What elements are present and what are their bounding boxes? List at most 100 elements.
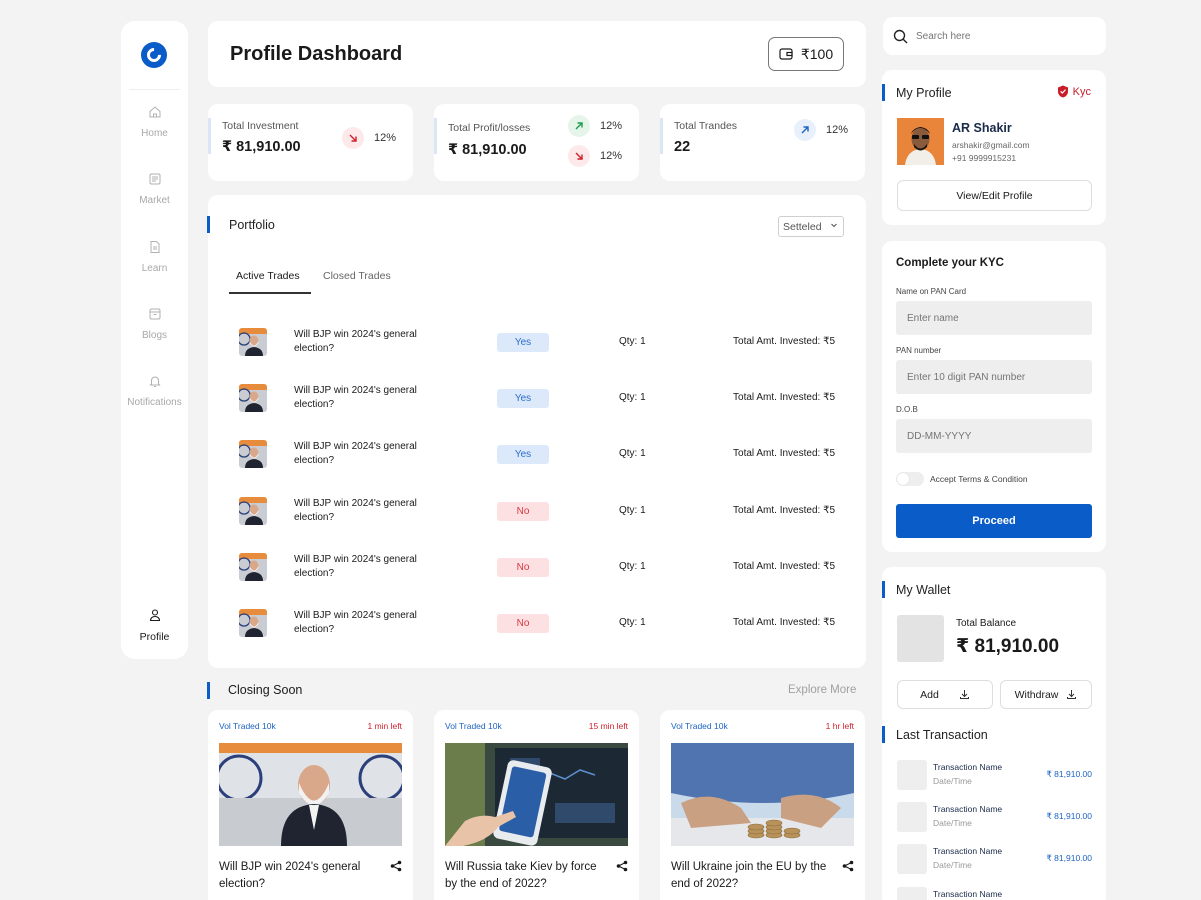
home-icon (149, 106, 160, 118)
stat-change: 12% (826, 124, 849, 136)
transaction-icon-placeholder (897, 844, 927, 875)
shield-check-icon (1057, 85, 1068, 98)
status-filter-value: Setteled (783, 220, 822, 233)
newspaper-icon (149, 173, 160, 185)
portfolio-title: Portfolio (229, 218, 275, 232)
sidebar-divider (129, 89, 180, 90)
transaction-date: Date/Time (933, 776, 972, 786)
terms-toggle[interactable] (896, 472, 924, 486)
wallet-balance-button[interactable]: ₹100 (768, 37, 844, 71)
transaction-row[interactable]: Transaction Name Date/Time ₹ 81,910.00 (897, 844, 1092, 875)
sidebar-item-market[interactable]: Market (121, 172, 188, 206)
sidebar-item-learn[interactable]: Learn (121, 240, 188, 274)
trade-thumbnail (239, 328, 267, 356)
arrow-down-right-icon (568, 145, 590, 167)
dob-input[interactable] (896, 419, 1092, 453)
arrow-down-right-icon (342, 127, 364, 149)
proceed-button[interactable]: Proceed (896, 504, 1092, 538)
trade-question: Will BJP win 2024's general election? (294, 329, 417, 354)
sidebar-item-label: Home (141, 128, 168, 139)
trade-row[interactable]: Will BJP win 2024's general election? No Q… (208, 496, 866, 527)
market-question: Will BJP win 2024's general election? (219, 861, 361, 890)
transaction-name: Transaction Name (933, 846, 1003, 857)
trade-row[interactable]: Will BJP win 2024's general election? No Q… (208, 552, 866, 583)
portfolio-panel: Portfolio Setteled Active Trades Closed … (207, 195, 866, 668)
explore-more-link[interactable]: Explore More (788, 684, 856, 696)
pan-number-input[interactable] (896, 360, 1092, 394)
trade-question: Will BJP win 2024's general election? (294, 385, 417, 411)
terms-label: Accept Terms & Condition (930, 474, 1028, 484)
withdraw-button[interactable]: Withdraw (1000, 680, 1092, 709)
my-wallet-card: My Wallet Total Balance ₹ 81,910.00 Add … (882, 567, 1106, 900)
share-icon[interactable] (390, 860, 402, 872)
search-bar[interactable] (883, 17, 1106, 55)
transaction-row[interactable]: Transaction Name Date/Time ₹ 81,910.00 (897, 802, 1092, 833)
wallet-icon (779, 48, 793, 60)
market-card[interactable]: Vol Traded 10k 1 min left Will BJP win 2… (208, 710, 413, 900)
transaction-icon-placeholder (897, 886, 927, 900)
status-filter-select[interactable]: Setteled (778, 216, 844, 237)
trade-answer-pill[interactable]: No (497, 501, 549, 521)
sidebar-item-label: Notifications (127, 397, 182, 408)
share-icon[interactable] (616, 860, 628, 872)
trade-answer-pill[interactable]: Yes (497, 333, 549, 352)
page-title: Profile Dashboard (230, 43, 403, 65)
arrow-up-right-icon (568, 115, 590, 137)
trade-thumbnail (239, 384, 267, 413)
pan-number-label: PAN number (896, 346, 942, 355)
sidebar-item-profile[interactable]: Profile (121, 608, 188, 643)
share-icon[interactable] (842, 860, 854, 872)
volume-traded: Vol Traded 10k (219, 721, 276, 731)
bell-icon (148, 376, 161, 387)
stat-label: Total Investment (222, 120, 299, 132)
total-balance-label: Total Balance (956, 618, 1017, 629)
trade-row[interactable]: Will BJP win 2024's general election? No Q… (208, 609, 866, 639)
dob-label: D.O.B (896, 405, 918, 414)
trade-answer-pill[interactable]: Yes (497, 445, 549, 465)
stat-card-investment: Total Investment ₹ 81,910.00 12% (208, 104, 413, 181)
transaction-date: Date/Time (933, 860, 972, 871)
trade-answer-pill[interactable]: No (497, 557, 549, 577)
trade-row[interactable]: Will BJP win 2024's general election? Yes… (208, 384, 866, 414)
view-edit-profile-button[interactable]: View/Edit Profile (897, 180, 1092, 211)
sidebar: Home Market Learn Blogs Notifications Pr… (121, 21, 188, 659)
profile-name: AR Shakir (952, 121, 1012, 135)
trade-question: Will BJP win 2024's general election? (294, 553, 417, 579)
tab-active-trades[interactable]: Active Trades (236, 270, 300, 282)
trade-answer-pill[interactable]: No (497, 614, 549, 633)
time-left: 1 hr left (825, 721, 854, 731)
wallet-image-placeholder (897, 615, 944, 662)
trade-amount: Total Amt. Invested: ₹5 (733, 448, 835, 460)
trade-thumbnail (239, 609, 267, 637)
sidebar-item-blogs[interactable]: Blogs (121, 307, 188, 341)
chevron-down-icon (831, 223, 837, 228)
market-card[interactable]: Vol Traded 10k 1 hr left Will Ukraine jo… (660, 710, 865, 900)
add-label: Add (920, 688, 939, 701)
wallet-balance: ₹100 (800, 45, 834, 62)
market-question: Will Russia take Kiev by force by the en… (445, 861, 597, 890)
sidebar-item-notifications[interactable]: Notifications (121, 374, 188, 408)
trade-answer-pill[interactable]: Yes (497, 389, 549, 409)
trade-row[interactable]: Will BJP win 2024's general election? Yes… (208, 328, 866, 358)
add-funds-button[interactable]: Add (897, 680, 993, 709)
kyc-badge[interactable]: Kyc (1057, 85, 1091, 98)
trade-thumbnail (239, 496, 267, 525)
sidebar-item-home[interactable]: Home (121, 105, 188, 139)
document-icon (150, 241, 159, 253)
transaction-icon-placeholder (897, 802, 927, 833)
trade-qty: Qty: 1 (619, 560, 646, 572)
stat-change: 12% (374, 132, 397, 144)
transaction-row[interactable]: Transaction Name Date/Time ₹ 81,910.00 (897, 760, 1092, 790)
sidebar-item-label: Blogs (141, 330, 167, 341)
market-card[interactable]: Vol Traded 10k 15 min left Will Russia t… (434, 710, 639, 900)
market-image (445, 743, 628, 846)
trade-row[interactable]: Will BJP win 2024's general election? Yes… (208, 440, 866, 470)
tab-closed-trades[interactable]: Closed Trades (323, 270, 391, 282)
search-input[interactable] (916, 30, 1086, 42)
pan-name-label: Name on PAN Card (896, 287, 967, 296)
app-logo[interactable] (141, 42, 167, 68)
volume-traded: Vol Traded 10k (445, 721, 502, 731)
arrow-up-right-icon (794, 119, 816, 141)
transaction-row[interactable]: Transaction Name (897, 886, 1092, 900)
pan-name-input[interactable] (896, 301, 1092, 335)
